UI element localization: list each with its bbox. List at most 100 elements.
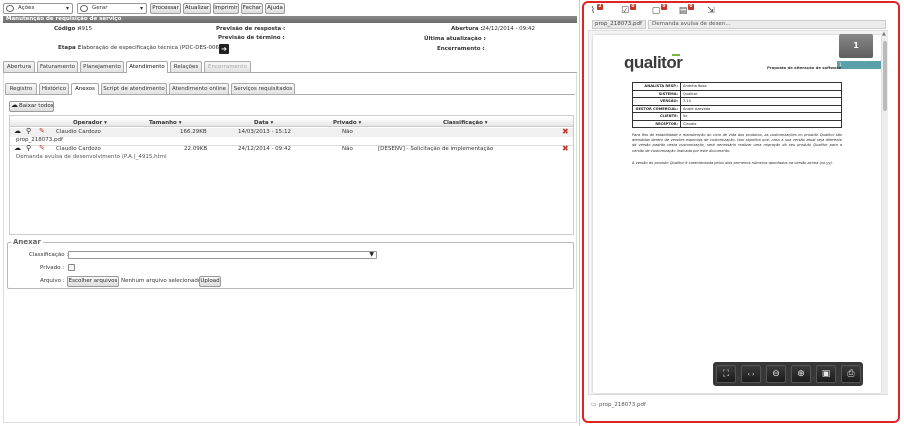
process-button[interactable]: Processar (150, 3, 181, 14)
chevron-down-icon: ▾ (139, 5, 143, 12)
left-panel: Ações ▾ Gerar ▾ Processar Atualizar Impr… (0, 0, 580, 426)
tab-atendimento-online[interactable]: Atendimento online (169, 83, 229, 94)
arrow-right-icon[interactable]: ➜ (219, 44, 229, 54)
tab-historico[interactable]: Histórico (39, 83, 69, 94)
zoom-out-button[interactable]: ⊖ (766, 365, 786, 383)
encerramento-value: - (482, 46, 484, 52)
arquivo-label: Arquivo : (40, 278, 65, 284)
print-icon: ⎙ (847, 369, 855, 379)
delete-icon[interactable]: ✖ (562, 144, 569, 153)
pdf-paragraph-2: A versão do produto Qualitor é caracteri… (632, 161, 834, 165)
pdf-paragraph-1: Para fins de estabilidade e manutenção d… (632, 133, 842, 153)
close-button[interactable]: Fechar (241, 3, 263, 14)
table-row: RECEPTOR: Claudia (632, 119, 842, 128)
tab-file-pdf[interactable]: prop_218073.pdf (592, 20, 646, 29)
row-date: 14/03/2013 - 15:12 (238, 129, 292, 135)
edit-icon[interactable]: ✎ (39, 144, 45, 152)
fit-width-icon: ‹ › (747, 370, 755, 378)
tab-registro[interactable]: Registro (5, 83, 37, 94)
col-privado[interactable]: Privado ▾ (333, 120, 361, 126)
table-row: ANALISTA RESP.: Andréia Rosa (632, 82, 842, 91)
ultima-label: Última atualização : (424, 36, 486, 42)
save-icon: ▣ (821, 369, 831, 379)
actions-icon (6, 5, 14, 12)
tab-atendimento[interactable]: Atendimento (126, 61, 168, 73)
download-all-button[interactable]: ☁ Baixar todos (9, 101, 54, 112)
page-number-badge: 1 (839, 34, 873, 58)
tab-planejamento[interactable]: Planejamento (80, 61, 124, 72)
zoom-out-icon: ⊖ (772, 369, 780, 379)
etapa-value: Elaboração de especificação técnica (PDC… (78, 45, 222, 51)
tab-script[interactable]: Script de atendimento (101, 83, 167, 94)
save-button[interactable]: ▣ (816, 365, 836, 383)
download-icon[interactable]: ☁ (14, 144, 21, 152)
classificacao-select[interactable]: ▼ (68, 251, 377, 259)
download-icon[interactable]: ☁ (14, 127, 21, 135)
tab-faturamento[interactable]: Faturamento (37, 61, 78, 72)
pdf-heading: Proposta de alteração de software (767, 65, 842, 70)
tab-relacoes[interactable]: Relações (170, 61, 202, 72)
fit-width-button[interactable]: ‹ › (741, 365, 761, 383)
no-file-text: Nenhum arquivo selecionado (121, 278, 202, 284)
col-classificacao[interactable]: Classificação ▾ (443, 120, 488, 126)
update-button[interactable]: Atualizar (183, 3, 211, 14)
delete-icon[interactable]: ✖ (562, 127, 569, 136)
print-button[interactable]: Imprimir (213, 3, 239, 14)
footer-filename[interactable]: prop_218073.pdf (599, 402, 646, 408)
col-data[interactable]: Data ▾ (254, 120, 273, 126)
print-button[interactable]: ⎙ (841, 365, 861, 383)
row-filename[interactable]: prop_218073.pdf (16, 137, 63, 143)
attachment-count-badge: 2 (597, 4, 603, 10)
codigo-label: Código : (54, 26, 80, 32)
row-operator: Claudio Cardozo (56, 146, 101, 152)
generate-icon (80, 5, 88, 12)
search-icon[interactable]: ⚲ (26, 127, 31, 135)
row-private: Não (342, 129, 353, 135)
qualitor-logo: qualitor (624, 53, 683, 72)
row-filename[interactable]: Demanda avulsa de desenvolvimento (P.A.)… (16, 154, 167, 160)
row-private: Não (342, 146, 353, 152)
download-icon: ☁ (11, 101, 18, 109)
edit-icon[interactable]: ✎ (39, 127, 45, 135)
zoom-in-button[interactable]: ⊕ (791, 365, 811, 383)
scroll-up-icon[interactable]: ▲ (882, 31, 886, 37)
tab-encerramento: Encerramento (204, 61, 251, 72)
classificacao-label: Classificação : (29, 252, 69, 258)
attach-legend: Anexar (11, 238, 43, 246)
table-row: VERSÃO: 7.10 (632, 97, 842, 106)
chevron-down-icon: ▾ (65, 5, 69, 12)
prev-termino-value: - (282, 35, 284, 41)
checklist-count-badge: 0 (630, 4, 636, 10)
col-operador[interactable]: Operador ▾ (73, 120, 107, 126)
tab-anexos[interactable]: Anexos (71, 83, 99, 95)
upload-button[interactable]: Upload (199, 276, 221, 287)
generate-select[interactable]: Gerar ▾ (77, 3, 147, 14)
table-row: CLIENTE: 5o (632, 112, 842, 121)
chevron-down-icon: ▼ (369, 251, 374, 258)
file-type-icon: ▭ (591, 401, 597, 408)
actions-select[interactable]: Ações ▾ (3, 3, 73, 14)
choose-file-button[interactable]: Escolher arquivos (67, 276, 119, 287)
ultima-value: - (484, 36, 486, 42)
prev-termino-label: Previsão de término : (218, 35, 285, 41)
export-icon[interactable]: ⇲ (705, 5, 717, 17)
pdf-info-table: ANALISTA RESP.: Andréia Rosa SISTEMA: Qual… (632, 82, 842, 128)
prev-resposta-value: - (282, 26, 284, 32)
row-size: 22.09KB (184, 146, 208, 152)
viewer-panel: ⌇ 2 ☑ 0 ▢ 0 ▤ 0 ⇲ prop_218073.pdf Demand… (582, 1, 900, 423)
fit-page-button[interactable]: ⛶ (716, 365, 736, 383)
table-row: SISTEMA: Qualitor (632, 89, 842, 98)
zoom-in-icon: ⊕ (797, 369, 805, 379)
fit-page-icon: ⛶ (722, 369, 730, 379)
etapa-label: Etapa : (58, 45, 80, 51)
scrollbar-thumb[interactable] (883, 41, 887, 111)
abertura-label: Abertura : (451, 26, 483, 32)
tab-servicos[interactable]: Serviços requisitados (231, 83, 295, 94)
codigo-value: 4915 (78, 26, 92, 32)
privado-checkbox[interactable] (68, 264, 75, 271)
help-button[interactable]: Ajuda (265, 3, 285, 14)
tab-file-html[interactable]: Demanda avulsa de desen... (648, 20, 886, 29)
tab-abertura[interactable]: Abertura (3, 61, 35, 72)
search-icon[interactable]: ⚲ (26, 144, 31, 152)
col-tamanho[interactable]: Tamanho ▾ (149, 120, 181, 126)
